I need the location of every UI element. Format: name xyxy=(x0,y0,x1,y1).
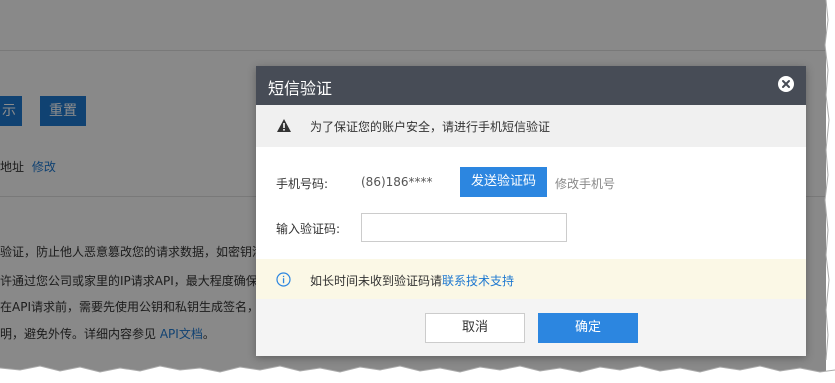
torn-edge-bottom xyxy=(0,365,835,383)
code-label: 输入验证码: xyxy=(276,222,341,236)
info-text: 如长时间未收到验证码请 xyxy=(310,274,443,288)
cancel-button[interactable]: 取消 xyxy=(425,313,525,343)
code-input[interactable] xyxy=(361,213,567,242)
close-icon xyxy=(782,80,790,88)
sms-verify-dialog: 短信验证 为了保证您的账户安全，请进行手机短信验证 手机号码: (86)186*… xyxy=(256,66,806,356)
close-button[interactable] xyxy=(778,76,794,92)
dialog-header: 短信验证 xyxy=(256,66,806,105)
phone-number: (86)186**** xyxy=(361,175,433,189)
contact-support-link[interactable]: 联系技术支持 xyxy=(442,274,514,288)
send-code-button[interactable]: 发送验证码 xyxy=(460,167,547,197)
warning-icon xyxy=(277,119,291,132)
dialog-footer: 取消 确定 xyxy=(256,299,806,356)
confirm-button[interactable]: 确定 xyxy=(538,313,638,343)
warning-text: 为了保证您的账户安全，请进行手机短信验证 xyxy=(310,120,551,134)
phone-label: 手机号码: xyxy=(276,177,329,191)
torn-edge-right xyxy=(824,0,835,383)
dialog-title: 短信验证 xyxy=(268,79,333,98)
info-icon xyxy=(276,272,291,287)
modify-phone-link[interactable]: 修改手机号 xyxy=(555,175,615,192)
info-message: 如长时间未收到验证码请联系技术支持 xyxy=(310,272,514,289)
info-bar: 如长时间未收到验证码请联系技术支持 xyxy=(256,259,806,299)
warning-bar: 为了保证您的账户安全，请进行手机短信验证 xyxy=(256,105,806,147)
